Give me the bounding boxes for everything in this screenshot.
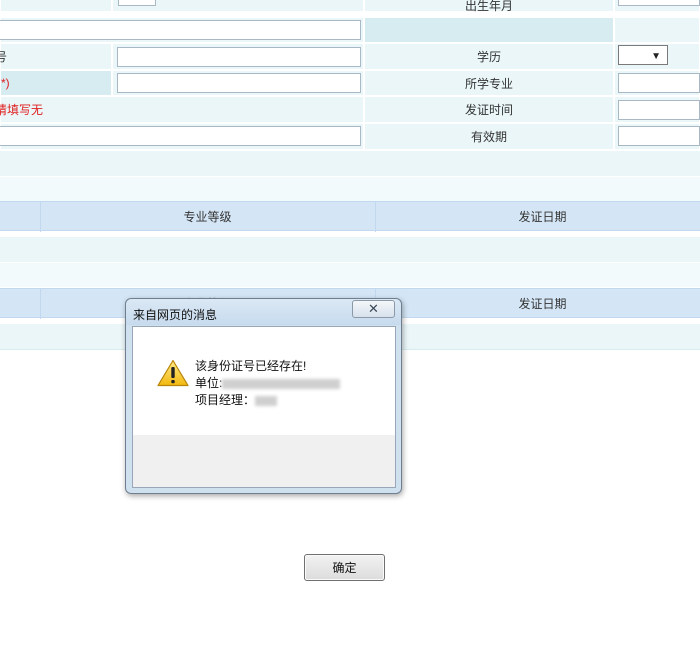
form-row-address (0, 17, 700, 43)
id-number-label-fragment: 号 (0, 50, 8, 64)
manager-label: 项目经理： (195, 393, 256, 407)
dialog-title: 来自网页的消息 (133, 308, 218, 322)
issue-time-input[interactable] (618, 100, 700, 120)
birth-date-label: 出生年月 (464, 0, 513, 13)
message-line-unit: 单位: (195, 374, 341, 391)
table-row (0, 236, 700, 262)
chevron-down-icon: ▼ (651, 51, 661, 62)
dialog-footer: 确定 (133, 435, 395, 581)
validity-label: 有效期 (470, 130, 507, 144)
form-row-validity: 有效期 (0, 123, 700, 150)
required-fragment: *) (1, 76, 10, 90)
empty-band (0, 150, 700, 176)
dialog-body: 该身份证号已经存在! 单位: 项目经理： 确定 (132, 326, 396, 581)
birth-date-input[interactable] (618, 0, 700, 6)
ok-button[interactable]: 确定 (304, 554, 385, 581)
message-line-manager: 项目经理： (195, 391, 278, 408)
message-dialog: 来自网页的消息 ✕ 该身份证号已经存在! 单位: 项目经理： 确定 (125, 298, 402, 581)
redacted-manager (255, 395, 278, 406)
message-line-exists: 该身份证号已经存在! (195, 359, 307, 373)
form-row-education: 号 学历 ▼ (0, 43, 700, 70)
column-header-issue-date: 发证日期 (518, 210, 567, 224)
certificate-table-header: 专业等级 发证日期 (0, 201, 700, 232)
form-row-issue-time: 请填写无 发证时间 (0, 96, 700, 123)
empty-band (0, 176, 700, 201)
validity-input[interactable] (618, 126, 700, 146)
column-header-issue-date-2: 发证日期 (518, 297, 567, 311)
id-number-input[interactable] (117, 47, 361, 67)
dialog-titlebar[interactable]: 来自网页的消息 ✕ (126, 299, 401, 325)
education-label: 学历 (476, 50, 501, 64)
unit-label: 单位: (195, 376, 223, 390)
close-icon: ✕ (368, 301, 379, 316)
hint-text: 请填写无 (0, 103, 44, 117)
warning-icon (157, 359, 189, 387)
address-input[interactable] (0, 20, 361, 40)
web-page: 出生年月 号 学历 ▼ *) 所学专业 请填写无 发证时间 有效期 专业等级 发… (0, 0, 700, 670)
column-header-level: 专业等级 (183, 210, 232, 224)
certificate-number-input[interactable] (0, 126, 361, 146)
issue-time-label: 发证时间 (464, 103, 513, 117)
close-button[interactable]: ✕ (352, 300, 395, 318)
form-row-birth: 出生年月 (0, 0, 700, 13)
redacted-unit (222, 378, 341, 389)
second-field-input[interactable] (117, 73, 361, 93)
form-row-major: *) 所学专业 (0, 70, 700, 96)
education-select[interactable]: ▼ (618, 45, 668, 65)
gender-input[interactable] (118, 0, 156, 6)
table-row (0, 262, 700, 287)
major-label: 所学专业 (464, 76, 513, 91)
major-input[interactable] (618, 73, 700, 93)
